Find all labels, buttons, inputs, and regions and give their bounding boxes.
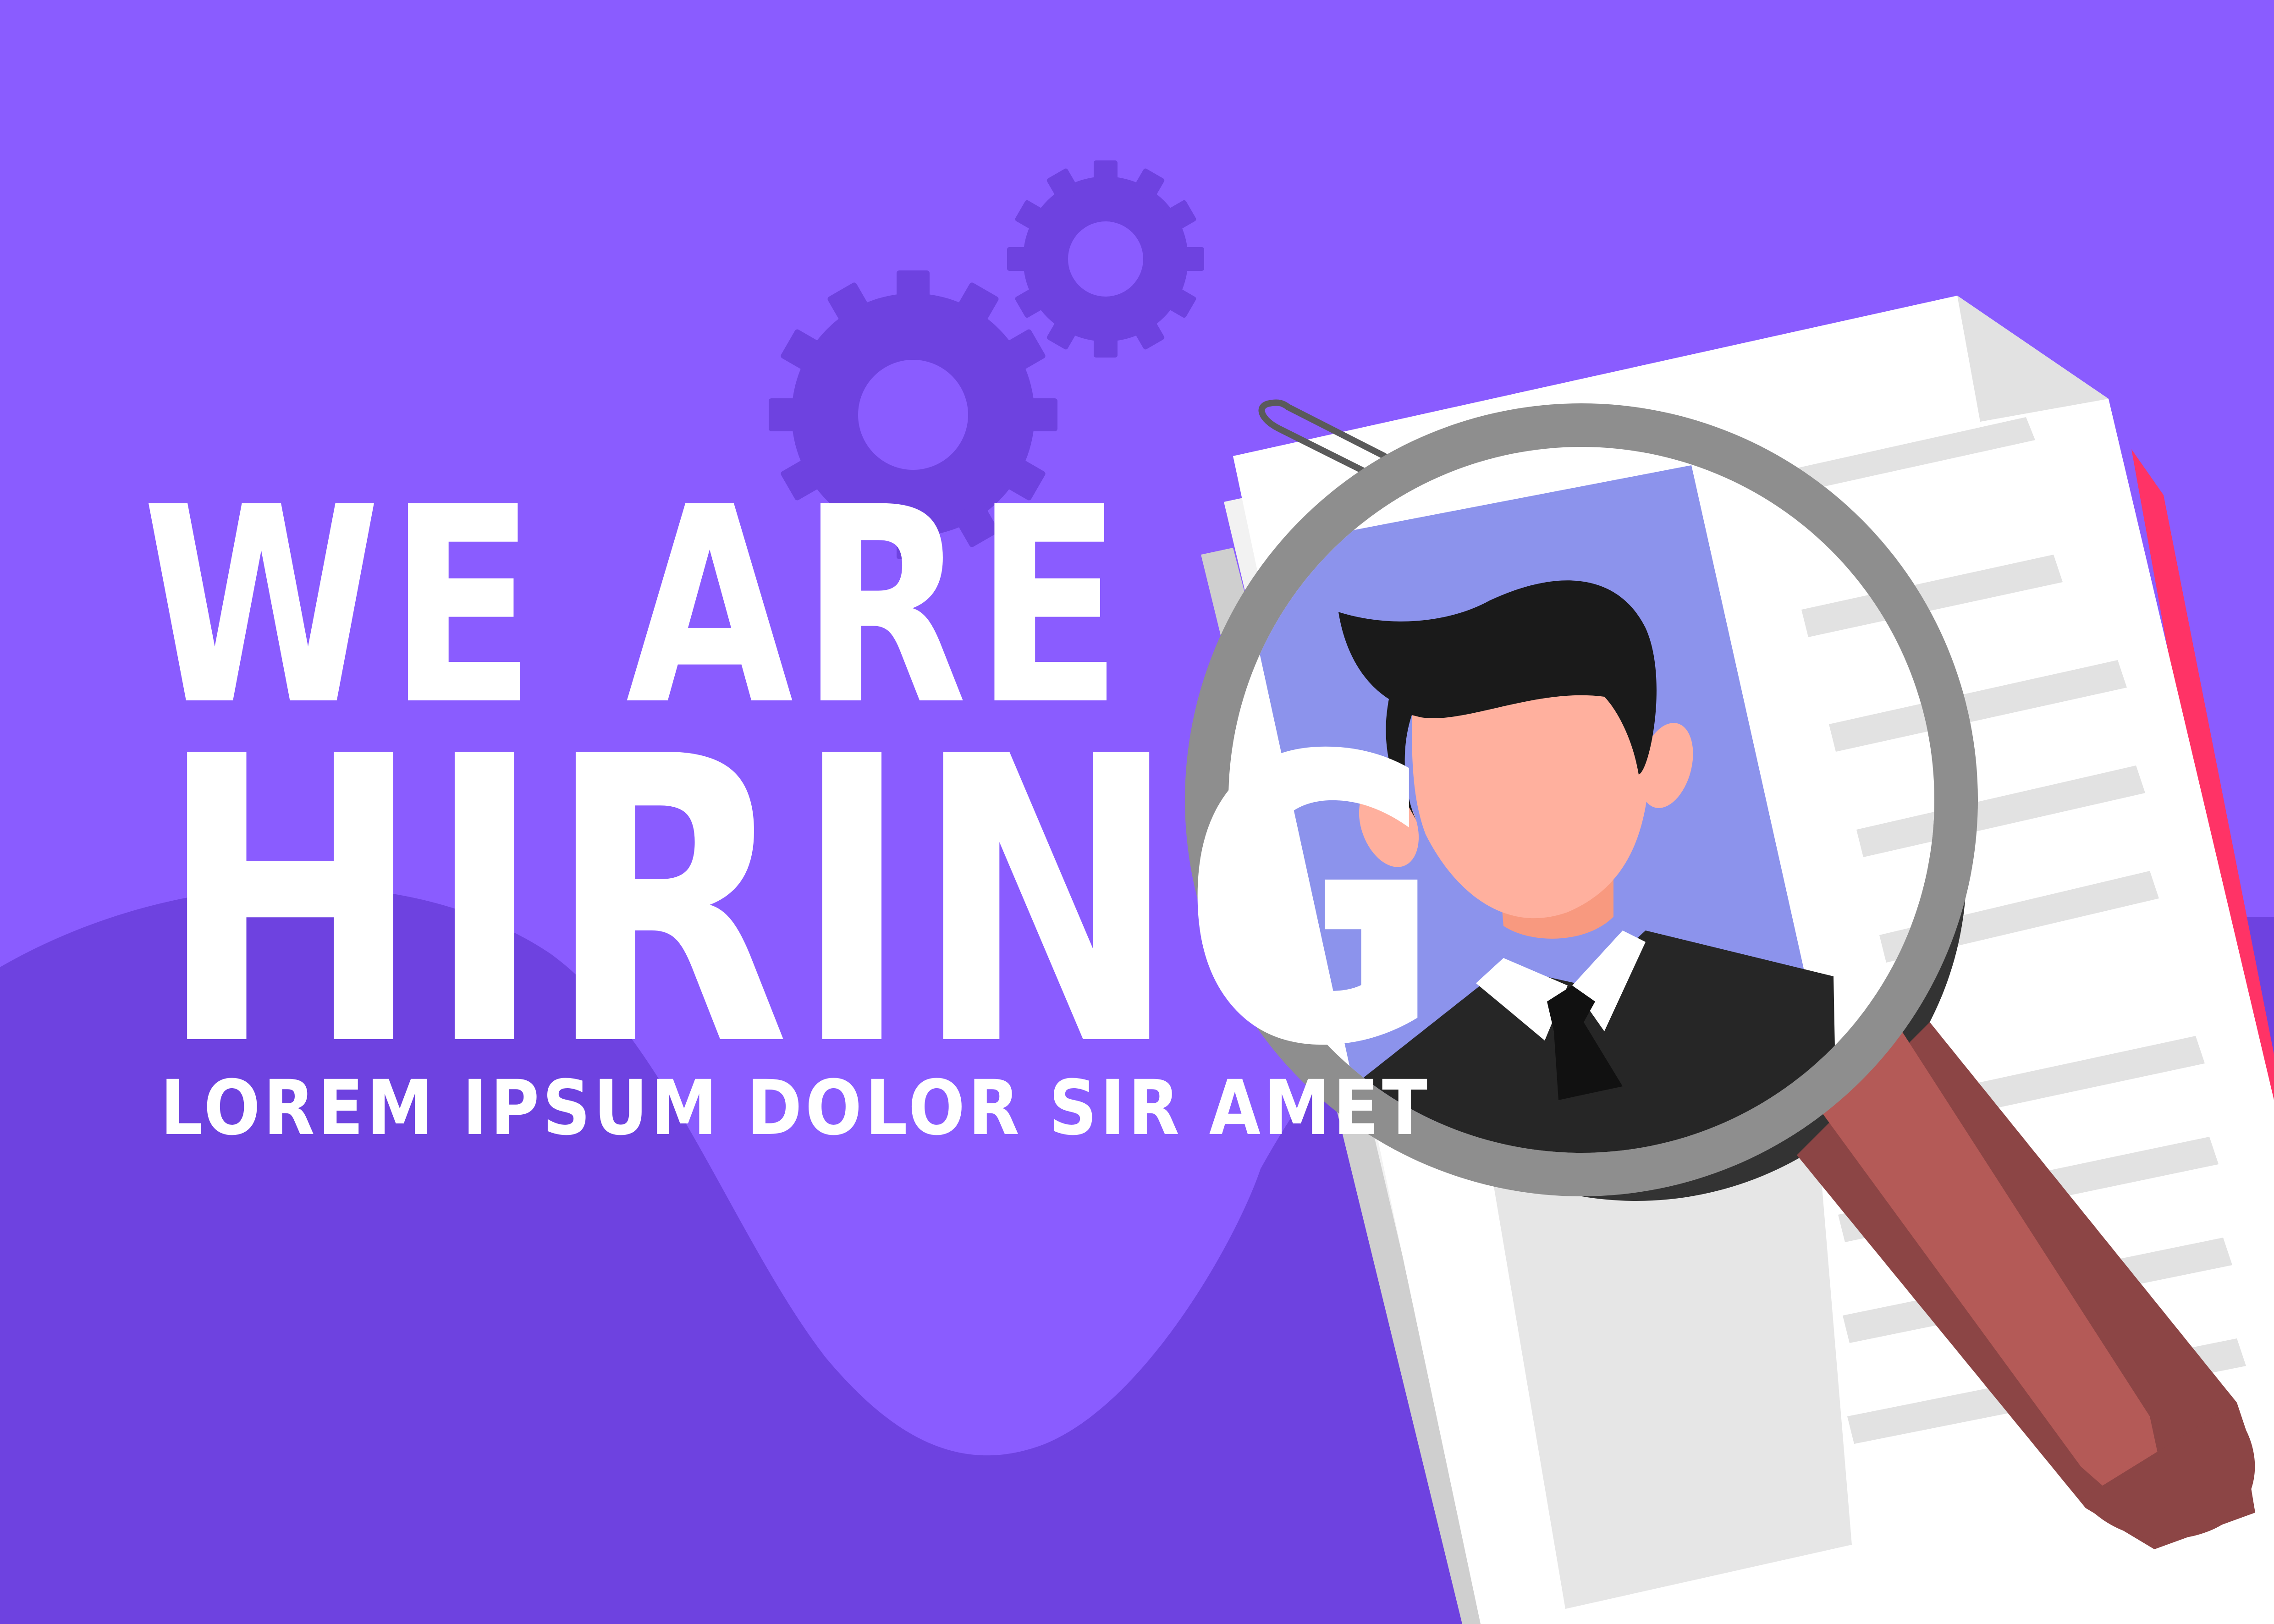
illustration bbox=[0, 0, 2274, 1624]
